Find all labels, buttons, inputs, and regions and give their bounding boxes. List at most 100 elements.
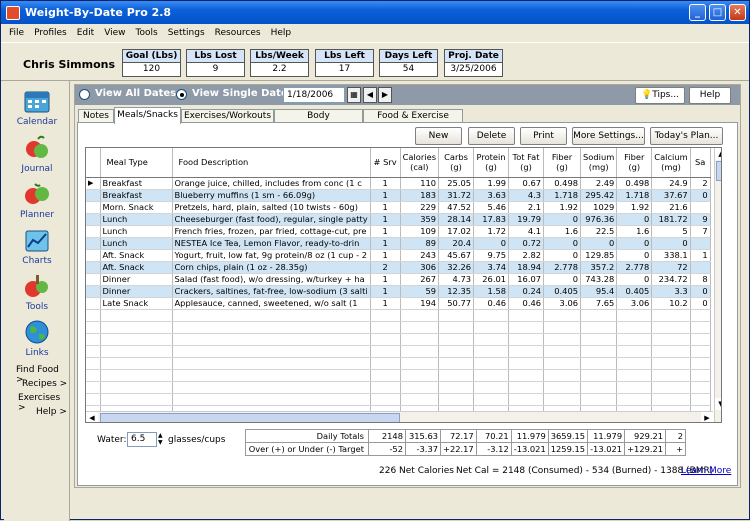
cell-food-description[interactable]: Pretzels, hard, plain, salted (10 twists… xyxy=(172,201,371,214)
vertical-scrollbar[interactable]: ▲ ▼ xyxy=(714,148,721,422)
cell-value[interactable]: 0 xyxy=(690,189,711,202)
cell-value[interactable]: 3.74 xyxy=(473,261,510,274)
menu-resources[interactable]: Resources xyxy=(210,28,266,38)
cell-meal-type[interactable]: Lunch xyxy=(100,225,173,238)
cell-value[interactable]: 4.1 xyxy=(508,225,545,238)
cell-servings[interactable]: 1 xyxy=(370,237,401,250)
cell-value[interactable]: 229 xyxy=(400,201,440,214)
column-fiber[interactable]: Fiber (g) xyxy=(543,148,582,178)
cell-value[interactable]: 2.1 xyxy=(508,201,545,214)
cell-value[interactable]: 1.6 xyxy=(616,225,653,238)
calendar-picker-icon[interactable]: ▦ xyxy=(347,87,361,103)
stepper-arrows-icon[interactable]: ▲ ▼ xyxy=(158,432,163,446)
table-row[interactable]: Lunch Cheeseburger (fast food), regular, … xyxy=(86,213,711,226)
cell-value[interactable] xyxy=(690,237,711,250)
todays-plan-button[interactable]: Today's Plan... xyxy=(650,127,723,145)
cell-value[interactable]: 89 xyxy=(400,237,440,250)
cell-food-description[interactable]: Corn chips, plain (1 oz - 28.35g) xyxy=(172,261,371,274)
column-food-description[interactable]: Food Description xyxy=(172,148,371,178)
cell-meal-type[interactable]: Dinner xyxy=(100,273,173,286)
column-sodium[interactable]: Sodium (mg) xyxy=(580,148,618,178)
cell-value[interactable]: 25.05 xyxy=(438,177,475,190)
cell-servings[interactable]: 1 xyxy=(370,177,401,190)
cell-value[interactable]: 976.36 xyxy=(580,213,618,226)
table-row[interactable]: Late Snack Applesauce, canned, sweetened,… xyxy=(86,297,711,310)
cell-value[interactable]: 18.94 xyxy=(508,261,545,274)
cell-value[interactable]: 0 xyxy=(543,213,582,226)
menu-settings[interactable]: Settings xyxy=(163,28,210,38)
cell-value[interactable]: 0 xyxy=(580,237,618,250)
maximize-button[interactable]: □ xyxy=(709,4,726,21)
cell-value[interactable]: 17.83 xyxy=(473,213,510,226)
cell-value[interactable]: 234.72 xyxy=(651,273,691,286)
nav-charts[interactable]: Charts xyxy=(6,225,68,270)
cell-value[interactable]: 1.718 xyxy=(616,189,653,202)
cell-food-description[interactable]: Applesauce, canned, sweetened, w/o salt … xyxy=(172,297,371,310)
cell-servings[interactable]: 1 xyxy=(370,189,401,202)
cell-meal-type[interactable]: Breakfast xyxy=(100,189,173,202)
cell-value[interactable] xyxy=(690,261,711,274)
new-button[interactable]: New xyxy=(415,127,462,145)
cell-value[interactable]: 0 xyxy=(616,249,653,262)
cell-value[interactable]: 7.65 xyxy=(580,297,618,310)
cell-value[interactable]: 59 xyxy=(400,285,440,298)
row-selector[interactable] xyxy=(86,225,101,238)
water-stepper[interactable]: 6.5 xyxy=(127,432,157,447)
cell-value[interactable]: 0 xyxy=(690,285,711,298)
cell-meal-type[interactable]: Morn. Snack xyxy=(100,201,173,214)
cell-value[interactable]: 5.46 xyxy=(473,201,510,214)
cell-servings[interactable]: 1 xyxy=(370,201,401,214)
row-selector[interactable] xyxy=(86,273,101,286)
minimize-button[interactable]: _ xyxy=(689,4,706,21)
cell-food-description[interactable]: Yogurt, fruit, low fat, 9g protein/8 oz … xyxy=(172,249,371,262)
cell-value[interactable]: 0 xyxy=(543,237,582,250)
cell-value[interactable]: 110 xyxy=(400,177,440,190)
cell-value[interactable]: 1.58 xyxy=(473,285,510,298)
cell-meal-type[interactable]: Aft. Snack xyxy=(100,249,173,262)
cell-value[interactable]: 359 xyxy=(400,213,440,226)
scroll-thumb[interactable] xyxy=(716,161,721,181)
cell-value[interactable]: 16.07 xyxy=(508,273,545,286)
cell-value[interactable]: 0 xyxy=(616,213,653,226)
cell-value[interactable]: 22.5 xyxy=(580,225,618,238)
table-row[interactable]: ▶ Breakfast Orange juice, chilled, include… xyxy=(86,177,711,190)
cell-value[interactable]: 1.99 xyxy=(473,177,510,190)
cell-food-description[interactable]: Cheeseburger (fast food), regular, singl… xyxy=(172,213,371,226)
cell-food-description[interactable]: Crackers, saltines, fat-free, low-sodium… xyxy=(172,285,371,298)
cell-value[interactable]: 12.35 xyxy=(438,285,475,298)
cell-value[interactable]: 9 xyxy=(690,213,711,226)
cell-meal-type[interactable]: Lunch xyxy=(100,237,173,250)
date-field[interactable]: 1/18/2006 xyxy=(283,87,345,103)
column-fiber[interactable]: Fiber (g) xyxy=(616,148,653,178)
scroll-down-icon[interactable]: ▼ xyxy=(715,398,721,410)
table-row[interactable]: Morn. Snack Pretzels, hard, plain, salted… xyxy=(86,201,711,214)
prev-date-icon[interactable]: ◀ xyxy=(363,87,377,103)
nav-tools[interactable]: Tools xyxy=(6,271,68,316)
cell-value[interactable]: 32.26 xyxy=(438,261,475,274)
cell-value[interactable]: 194 xyxy=(400,297,440,310)
cell-value[interactable]: 0.498 xyxy=(616,177,653,190)
cell-food-description[interactable]: Salad (fast food), w/o dressing, w/turke… xyxy=(172,273,371,286)
cell-value[interactable]: 47.52 xyxy=(438,201,475,214)
cell-meal-type[interactable]: Aft. Snack xyxy=(100,261,173,274)
print-button[interactable]: Print xyxy=(520,127,567,145)
row-selector[interactable] xyxy=(86,285,101,298)
cell-value[interactable]: 295.42 xyxy=(580,189,618,202)
nav-journal[interactable]: Journal xyxy=(6,133,68,178)
cell-value[interactable]: 109 xyxy=(400,225,440,238)
cell-value[interactable]: 1.92 xyxy=(543,201,582,214)
radio-view-all[interactable] xyxy=(79,89,90,100)
cell-value[interactable]: 267 xyxy=(400,273,440,286)
cell-servings[interactable]: 1 xyxy=(370,225,401,238)
cell-value[interactable]: 26.01 xyxy=(473,273,510,286)
cell-value[interactable]: 21.6 xyxy=(651,201,691,214)
cell-value[interactable]: 129.85 xyxy=(580,249,618,262)
cell-value[interactable]: 306 xyxy=(400,261,440,274)
tips-button[interactable]: 💡Tips... xyxy=(635,87,685,104)
cell-food-description[interactable]: NESTEA Ice Tea, Lemon Flavor, ready-to-d… xyxy=(172,237,371,250)
row-selector-header[interactable] xyxy=(86,148,101,178)
cell-value[interactable]: 3.06 xyxy=(616,297,653,310)
row-selector[interactable] xyxy=(86,201,101,214)
cell-servings[interactable]: 1 xyxy=(370,213,401,226)
cell-meal-type[interactable]: Late Snack xyxy=(100,297,173,310)
